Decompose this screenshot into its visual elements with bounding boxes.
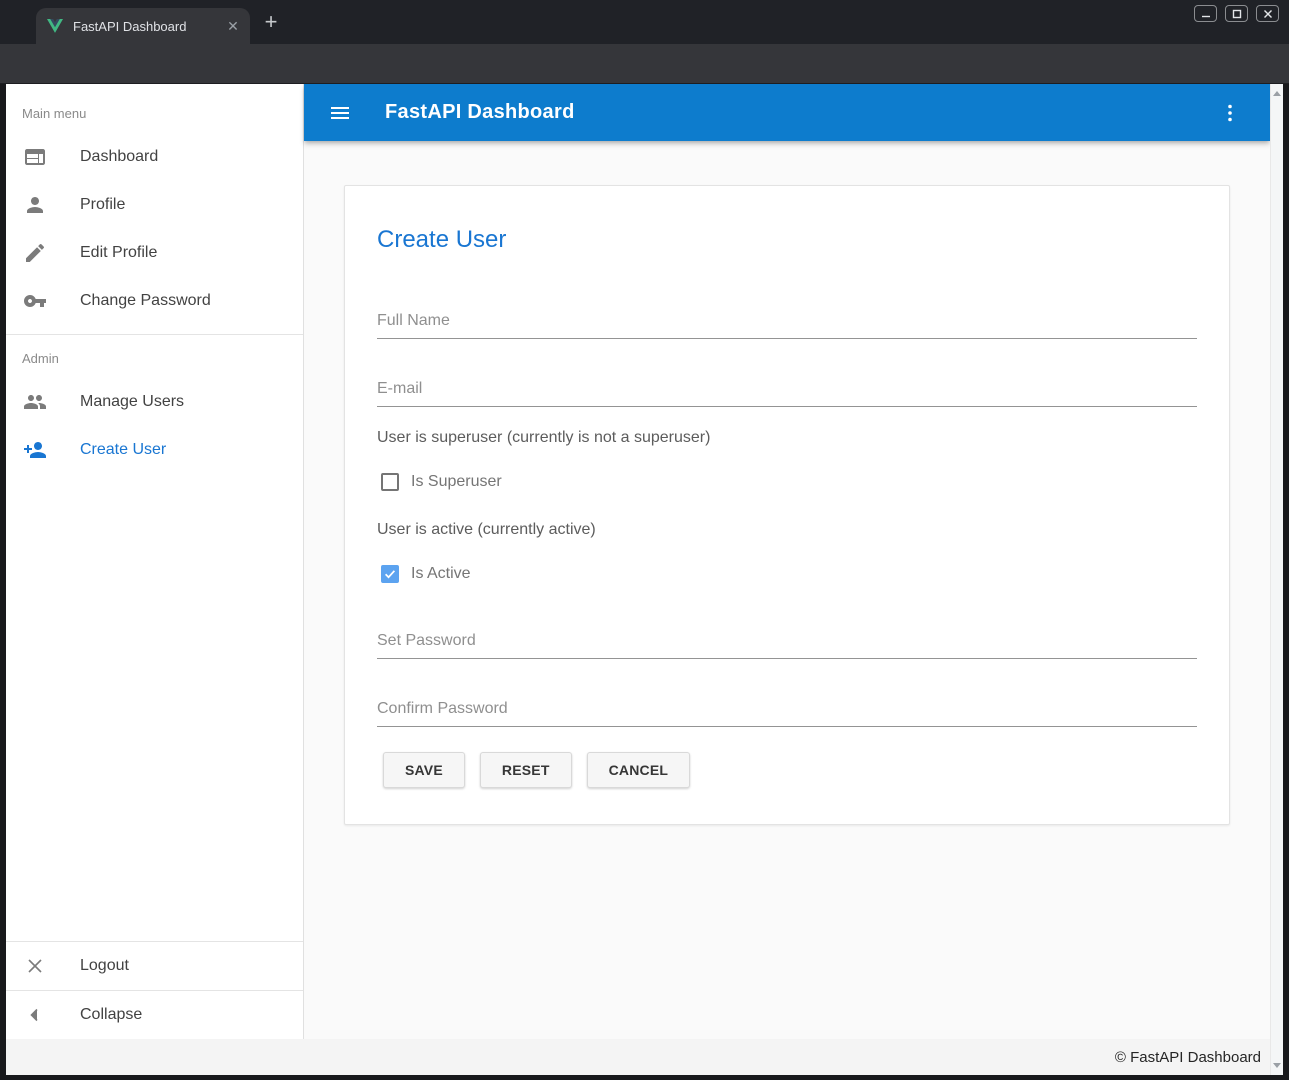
sidebar-item-logout[interactable]: Logout	[6, 942, 303, 990]
sidebar-item-label: Logout	[80, 957, 129, 975]
cancel-button[interactable]: CANCEL	[587, 752, 691, 788]
email-field-wrap	[377, 371, 1197, 407]
sidebar-item-create-user[interactable]: Create User	[6, 426, 303, 474]
sidebar: Main menu Dashboard Profile Edit Profile…	[6, 84, 304, 1039]
email-input[interactable]	[377, 371, 1197, 407]
sidebar-item-collapse[interactable]: Collapse	[6, 991, 303, 1039]
sidebar-item-change-password[interactable]: Change Password	[6, 277, 303, 325]
set-password-field-wrap	[377, 623, 1197, 659]
person-icon	[23, 193, 47, 217]
sidebar-item-label: Collapse	[80, 1006, 142, 1024]
vue-logo-icon	[47, 19, 63, 33]
pencil-icon	[23, 241, 47, 265]
superuser-checkbox[interactable]	[381, 473, 399, 491]
hamburger-menu-icon[interactable]	[328, 101, 352, 125]
save-button[interactable]: SAVE	[383, 752, 465, 788]
sidebar-item-label: Create User	[80, 441, 166, 459]
close-icon	[1263, 9, 1273, 19]
app-bar: FastAPI Dashboard	[304, 84, 1270, 141]
active-checkbox[interactable]	[381, 565, 399, 583]
close-window-button[interactable]	[1256, 5, 1279, 22]
create-user-card: Create User User is superuser (currently…	[344, 185, 1230, 825]
active-checkbox-row[interactable]: Is Active	[381, 565, 471, 583]
confirm-password-input[interactable]	[377, 691, 1197, 727]
tab-strip: FastAPI Dashboard ✕ +	[0, 0, 1289, 44]
key-icon	[23, 289, 47, 313]
sidebar-item-manage-users[interactable]: Manage Users	[6, 378, 303, 426]
sidebar-item-label: Dashboard	[80, 148, 158, 166]
sidebar-item-dashboard[interactable]: Dashboard	[6, 133, 303, 181]
browser-tab[interactable]: FastAPI Dashboard ✕	[36, 8, 250, 44]
reset-button[interactable]: RESET	[480, 752, 572, 788]
sidebar-item-label: Manage Users	[80, 393, 184, 411]
full-name-field-wrap	[377, 303, 1197, 339]
sidebar-item-edit-profile[interactable]: Edit Profile	[6, 229, 303, 277]
maximize-icon	[1232, 9, 1242, 19]
minimize-button[interactable]	[1194, 5, 1217, 22]
check-icon	[383, 567, 397, 581]
active-note: User is active (currently active)	[377, 521, 1197, 539]
sidebar-section-admin: Admin	[6, 335, 303, 378]
browser-toolbar: localhost/main/admin/users/create	[0, 44, 1289, 84]
sidebar-item-profile[interactable]: Profile	[6, 181, 303, 229]
browser-window: FastAPI Dashboard ✕ + localhost/	[0, 0, 1289, 1080]
chevron-left-icon	[23, 1003, 47, 1027]
sidebar-section-main-menu: Main menu	[6, 84, 303, 133]
sidebar-item-label: Profile	[80, 196, 125, 214]
sidebar-item-label: Change Password	[80, 292, 211, 310]
set-password-input[interactable]	[377, 623, 1197, 659]
maximize-button[interactable]	[1225, 5, 1248, 22]
superuser-note: User is superuser (currently is not a su…	[377, 429, 1197, 447]
vertical-scrollbar[interactable]	[1270, 84, 1283, 1075]
footer-copyright: © FastAPI Dashboard	[1115, 1049, 1261, 1066]
new-tab-button[interactable]: +	[258, 10, 284, 36]
app-bar-menu-icon[interactable]	[1218, 101, 1242, 125]
tab-title: FastAPI Dashboard	[73, 19, 224, 34]
superuser-checkbox-label: Is Superuser	[411, 473, 502, 491]
scroll-down-icon[interactable]	[1273, 1063, 1281, 1068]
sidebar-item-label: Edit Profile	[80, 244, 157, 262]
page-content: Main menu Dashboard Profile Edit Profile…	[6, 84, 1283, 1075]
confirm-password-field-wrap	[377, 691, 1197, 727]
people-icon	[23, 390, 47, 414]
logout-x-icon	[23, 954, 47, 978]
active-checkbox-label: Is Active	[411, 565, 471, 583]
full-name-input[interactable]	[377, 303, 1197, 339]
scroll-up-icon[interactable]	[1273, 91, 1281, 96]
app-bar-title: FastAPI Dashboard	[385, 101, 575, 124]
tab-close-icon[interactable]: ✕	[224, 17, 242, 35]
minimize-icon	[1201, 9, 1211, 19]
dashboard-icon	[23, 145, 47, 169]
person-add-icon	[23, 438, 47, 462]
page-title: Create User	[377, 226, 506, 254]
superuser-checkbox-row[interactable]: Is Superuser	[381, 473, 502, 491]
page-footer: © FastAPI Dashboard	[6, 1039, 1283, 1075]
